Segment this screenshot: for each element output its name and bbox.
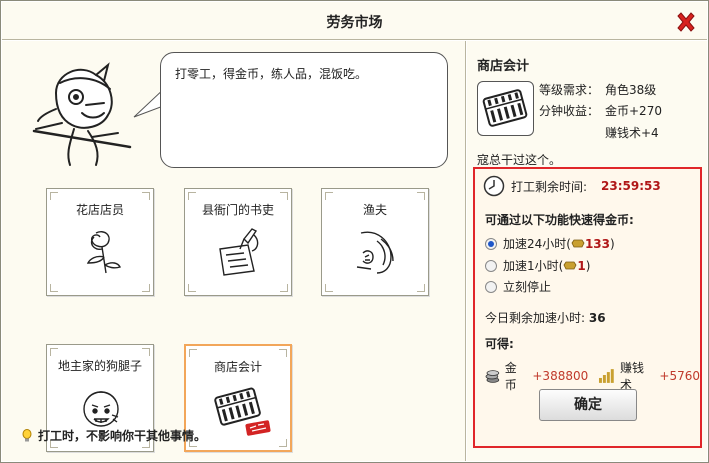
abacus-icon	[214, 387, 271, 436]
stop-now-label: 立刻停止	[503, 280, 552, 294]
remaining-hours-row: 今日剩余加速小时: 36	[485, 309, 606, 326]
paren-close: )	[610, 237, 615, 251]
abacus-icon	[482, 89, 528, 127]
tip-row: 打工时，不影响你干其他事情。	[22, 427, 206, 444]
window-title: 劳务市场	[326, 15, 383, 31]
rose-icon	[86, 231, 121, 274]
labor-market-window: 劳务市场 打零工，得金币，练人品，混饭吃。 花店店员 县衙门的书吏 渔夫 地主家…	[0, 0, 709, 463]
selected-job-title: 商店会计	[477, 59, 530, 74]
speedup-title: 可通过以下功能快速得金币:	[485, 213, 634, 227]
thug-face-icon	[83, 391, 119, 427]
level-label: 等级需求：	[539, 83, 600, 97]
speedup-1h-radio[interactable]	[485, 259, 497, 272]
job-card-label: 地主家的狗腿子	[57, 359, 142, 373]
speech-bubble-text: 打零工，得金币，练人品，混饭吃。	[175, 67, 368, 81]
remaining-hours-label: 今日剩余加速小时:	[485, 311, 586, 325]
previous-worker-text: 寇总干过这个。	[477, 153, 562, 167]
timer-value: 23:59:53	[601, 179, 661, 193]
timer-row: 打工剩余时间: 23:59:53	[483, 175, 661, 197]
job-card-label: 县衙门的书吏	[201, 203, 274, 217]
job-card-florist[interactable]: 花店店员	[46, 188, 154, 296]
work-status-panel: 打工剩余时间: 23:59:53 可通过以下功能快速得金币: 加速24小时(13…	[473, 167, 702, 448]
gain-title: 可得:	[485, 337, 514, 351]
level-value: 角色38级	[605, 83, 657, 97]
job-detail-panel: 商店会计 等级需求： 角色38级 分钟收益： 金币+270 赚钱术+4 寇总干过…	[467, 41, 707, 461]
remaining-hours-value: 36	[588, 311, 606, 325]
gain-skill-value: +5760	[659, 369, 700, 383]
job-card-clerk[interactable]: 县衙门的书吏	[184, 188, 292, 296]
timer-label: 打工剩余时间:	[511, 179, 588, 194]
gain-gold-label: 金币	[504, 361, 517, 392]
stop-now-radio[interactable]	[485, 280, 497, 293]
brush-scroll-icon	[219, 228, 259, 276]
gain-row: 金币 +388800 赚钱术 +5760	[485, 359, 700, 393]
speedup-1h-cost: 1	[577, 259, 586, 273]
speedup-24h-cost: 133	[584, 237, 611, 251]
gold-ingot-icon	[563, 261, 577, 270]
job-card-fisherman[interactable]: 渔夫	[321, 188, 429, 296]
close-x-icon[interactable]	[675, 11, 697, 33]
bulb-icon	[22, 428, 32, 441]
gain-gold-value: +388800	[532, 369, 589, 383]
income-label: 分钟收益：	[539, 104, 600, 118]
bar-chart-icon	[599, 369, 614, 383]
job-card-label: 商店会计	[213, 360, 262, 374]
title-bar: 劳务市场	[2, 2, 707, 40]
job-list-panel: 打零工，得金币，练人品，混饭吃。 花店店员 县衙门的书吏 渔夫 地主家的狗腿子 …	[2, 41, 466, 461]
gain-skill-label: 赚钱术	[619, 361, 644, 392]
speech-bubble: 打零工，得金币，练人品，混饭吃。	[160, 52, 448, 168]
confirm-button[interactable]: 确定	[539, 389, 637, 421]
selected-job-image	[477, 81, 534, 136]
speedup-24h-label: 加速24小时(	[503, 237, 571, 251]
tip-text: 打工时，不影响你干其他事情。	[38, 429, 207, 443]
paren-close: )	[585, 259, 591, 273]
gold-ingot-icon	[571, 239, 585, 248]
job-card-label: 花店店员	[75, 203, 124, 217]
fishing-icon	[356, 231, 394, 274]
coin-stack-icon	[485, 370, 500, 383]
speedup-1h-label: 加速1小时(	[503, 259, 564, 273]
income-skill-value: 赚钱术+4	[605, 126, 659, 140]
job-card-label: 渔夫	[362, 203, 387, 217]
speedup-24h-radio[interactable]	[485, 237, 497, 250]
income-gold-value: 金币+270	[605, 104, 662, 118]
speedup-24h-option[interactable]: 加速24小时( 133)	[485, 235, 615, 252]
speedup-1h-option[interactable]: 加速1小时( 1)	[485, 257, 590, 274]
clock-icon	[483, 175, 505, 197]
worker-avatar-icon	[32, 62, 132, 166]
stop-now-option[interactable]: 立刻停止	[485, 278, 551, 295]
